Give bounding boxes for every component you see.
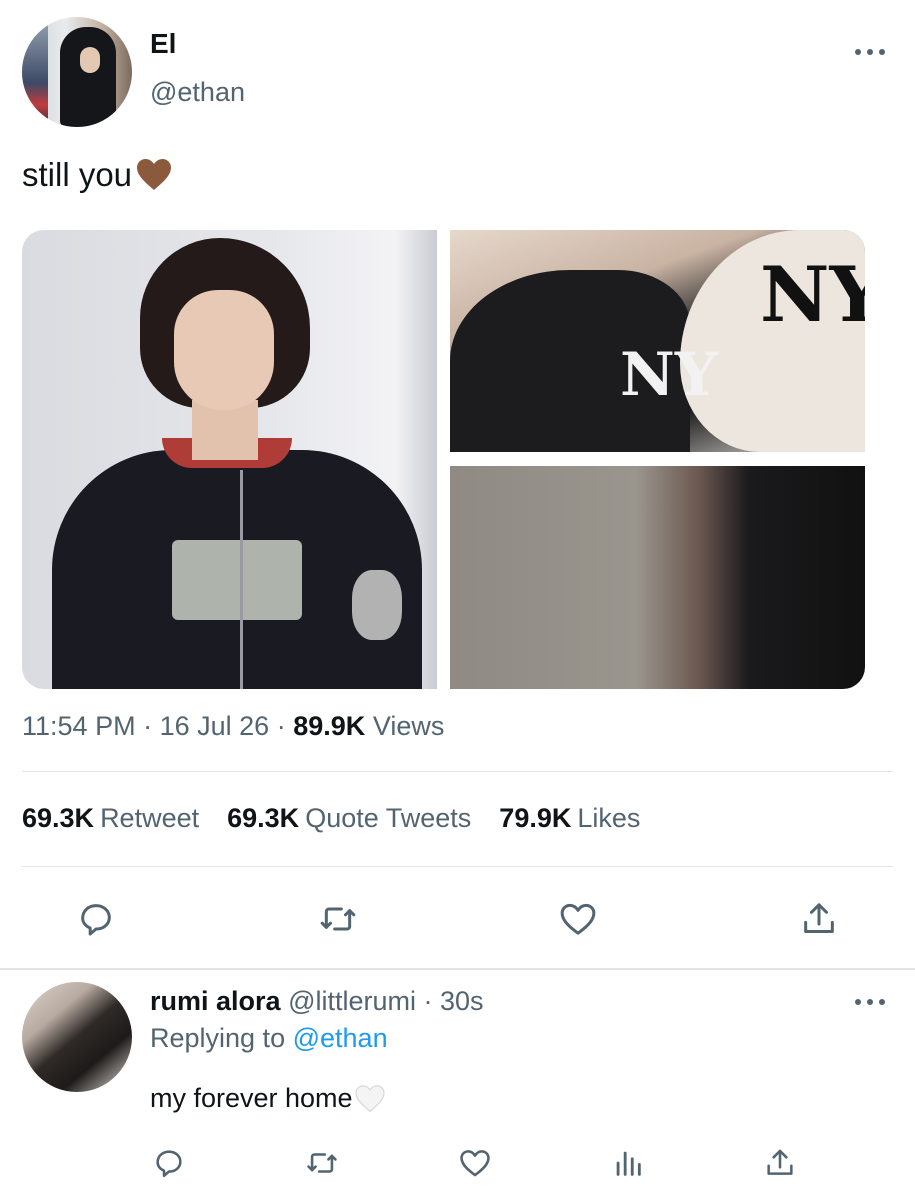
replying-to-link[interactable]: @ethan	[293, 1023, 388, 1053]
tweet-stats: 69.3K Retweet 69.3K Quote Tweets 79.9K Like…	[22, 803, 640, 834]
tweet-text: still you	[22, 156, 172, 194]
likes-stat[interactable]: 79.9K Likes	[499, 803, 640, 834]
like-icon	[560, 903, 596, 935]
reply-icon	[81, 904, 111, 936]
author-display-name[interactable]: El	[150, 28, 176, 60]
reply-more-options-icon[interactable]	[855, 994, 885, 1010]
divider	[22, 771, 893, 772]
brown-heart-icon	[137, 159, 172, 190]
tweet-media-grid: NY NY	[22, 230, 865, 689]
reply-header: rumi alora @littlerumi · 30s	[150, 986, 484, 1016]
reply-reply-button[interactable]	[150, 1144, 188, 1182]
retweet-button[interactable]	[316, 897, 360, 941]
like-icon	[460, 1150, 490, 1177]
media-photo-closeup[interactable]	[450, 466, 865, 689]
share-icon	[767, 1149, 793, 1175]
divider	[0, 968, 915, 970]
reply-button[interactable]	[74, 897, 118, 941]
reply-text-content: my forever home	[150, 1083, 353, 1113]
share-icon	[804, 903, 834, 933]
reply-author-avatar[interactable]	[22, 982, 132, 1092]
retweet-icon	[320, 907, 356, 931]
retweets-stat[interactable]: 69.3K Retweet	[22, 803, 199, 834]
retweet-icon	[307, 1153, 337, 1173]
media-photo-caps[interactable]: NY NY	[450, 230, 865, 452]
analytics-icon	[616, 1151, 641, 1176]
reply-retweet-button[interactable]	[303, 1144, 341, 1182]
quotes-stat[interactable]: 69.3K Quote Tweets	[227, 803, 471, 834]
more-options-icon[interactable]	[855, 44, 885, 60]
reply-icon	[156, 1150, 182, 1178]
tweet-timestamp-line: 11:54 PM · 16 Jul 26 · 89.9K Views	[22, 711, 445, 741]
like-button[interactable]	[556, 897, 600, 941]
share-button[interactable]	[797, 897, 841, 941]
reply-author-handle[interactable]: @littlerumi	[288, 986, 416, 1016]
reply-share-button[interactable]	[761, 1144, 799, 1182]
author-handle[interactable]: @ethan	[150, 77, 245, 108]
author-avatar[interactable]	[22, 17, 132, 127]
reply-analytics-button[interactable]	[609, 1144, 647, 1182]
views-label: Views	[372, 711, 445, 741]
white-heart-icon	[354, 1084, 385, 1112]
reply-author-name[interactable]: rumi alora	[150, 986, 281, 1016]
views-count: 89.9K	[293, 711, 366, 741]
reply-text: my forever home	[150, 1083, 385, 1114]
divider	[22, 866, 893, 867]
reply-like-button[interactable]	[456, 1144, 494, 1182]
tweet-date[interactable]: 16 Jul 26	[160, 711, 270, 741]
media-photo-portrait[interactable]	[22, 230, 437, 689]
tweet-text-content: still you	[22, 156, 133, 193]
tweet-time[interactable]: 11:54 PM	[22, 711, 136, 741]
replying-to: Replying to @ethan	[150, 1023, 388, 1053]
reply-time[interactable]: 30s	[440, 986, 484, 1016]
